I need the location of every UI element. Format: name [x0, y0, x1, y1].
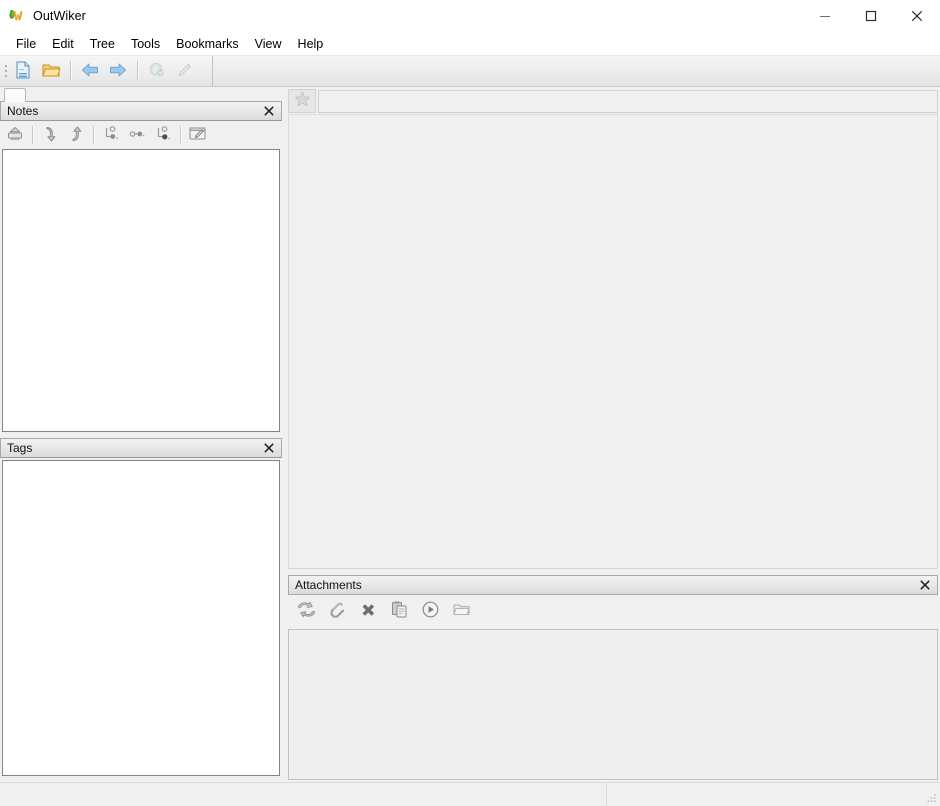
remove-page-icon	[154, 125, 172, 146]
open-folder-icon	[41, 60, 61, 83]
move-up-icon	[67, 125, 85, 146]
add-sibling-page-icon	[128, 125, 146, 146]
paste-attachment-button[interactable]	[387, 599, 411, 623]
notes-panel-caption: Notes	[0, 101, 282, 121]
refresh-icon	[297, 600, 316, 622]
rename-page-icon	[188, 125, 208, 146]
attach-files-button[interactable]	[325, 599, 349, 623]
attachments-panel-title: Attachments	[295, 578, 362, 592]
remove-page-button[interactable]	[150, 122, 176, 148]
paperclip-icon	[328, 600, 347, 622]
add-child-page-icon	[102, 125, 120, 146]
tags-panel-close-icon[interactable]	[259, 439, 279, 457]
window-title: OutWiker	[33, 9, 86, 23]
open-tree-button[interactable]	[37, 57, 65, 85]
status-bar-right-cell	[607, 783, 940, 806]
rename-page-button[interactable]	[185, 122, 211, 148]
bookmark-button[interactable]	[288, 89, 316, 113]
page-editor-column: Attachments	[286, 87, 940, 782]
status-bar-left-cell	[0, 782, 607, 806]
toolbar-grip-handle[interactable]	[0, 56, 9, 87]
toolbar-empty-area	[213, 56, 940, 86]
page-header-bar	[286, 87, 940, 113]
outwiker-logo-icon	[9, 8, 25, 24]
notes-panel-close-icon[interactable]	[259, 102, 279, 120]
menu-bar: File Edit Tree Tools Bookmarks View Help	[0, 32, 940, 56]
menu-help[interactable]: Help	[290, 33, 332, 55]
attachments-panel: Attachments	[288, 575, 938, 782]
attachments-file-list[interactable]	[288, 629, 938, 780]
page-title-input[interactable]	[318, 89, 938, 113]
menu-tree[interactable]: Tree	[82, 33, 123, 55]
page-content-editor[interactable]	[288, 114, 938, 569]
toolbar-separator-1	[70, 61, 71, 81]
add-child-page-button[interactable]	[98, 122, 124, 148]
tags-cloud-view[interactable]	[2, 460, 280, 776]
notes-panel-toolbar	[0, 121, 282, 149]
add-sibling-page-button[interactable]	[124, 122, 150, 148]
refresh-attachments-button[interactable]	[294, 599, 318, 623]
global-search-button[interactable]	[143, 57, 171, 85]
panel-tab-strip	[0, 87, 282, 102]
back-button[interactable]	[76, 57, 104, 85]
paste-clipboard-icon	[390, 600, 409, 622]
attachments-panel-caption: Attachments	[288, 575, 938, 595]
move-to-parent-button[interactable]	[2, 122, 28, 148]
star-icon	[294, 91, 311, 111]
move-to-parent-icon	[6, 125, 24, 146]
move-down-icon	[41, 125, 59, 146]
notes-panel: Notes	[0, 101, 282, 434]
title-bar-left: OutWiker	[0, 8, 86, 24]
left-panel-column: Notes Tags	[0, 87, 282, 782]
menu-view[interactable]: View	[247, 33, 290, 55]
delete-x-icon	[360, 601, 377, 621]
global-search-icon	[147, 60, 167, 83]
execute-play-icon	[421, 600, 440, 622]
outwiker-window: OutWiker File Edit Tree Tools Bookmarks …	[0, 0, 940, 806]
execute-attachment-button[interactable]	[418, 599, 442, 623]
toolbar-separator-2	[137, 61, 138, 81]
close-button[interactable]	[894, 0, 940, 32]
notes-toolbar-separator-1	[32, 126, 33, 144]
tags-panel-title: Tags	[7, 441, 33, 455]
edit-pencil-icon	[175, 60, 195, 83]
back-arrow-icon	[80, 60, 100, 83]
attachments-panel-close-icon[interactable]	[915, 576, 935, 594]
remove-attachments-button[interactable]	[356, 599, 380, 623]
attachments-toolbar	[288, 595, 938, 627]
status-bar	[0, 782, 940, 806]
notes-panel-title: Notes	[7, 104, 39, 118]
forward-arrow-icon	[108, 60, 128, 83]
tags-panel: Tags	[0, 438, 282, 782]
move-page-down-button[interactable]	[37, 122, 63, 148]
resize-grip-icon[interactable]	[924, 791, 938, 805]
minimize-button[interactable]	[802, 0, 848, 32]
maximize-button[interactable]	[848, 0, 894, 32]
toolbar-divider	[212, 56, 213, 86]
open-attach-folder-icon	[452, 600, 471, 622]
window-controls	[802, 0, 940, 32]
panel-tab-empty[interactable]	[4, 88, 26, 102]
menu-file[interactable]: File	[8, 33, 44, 55]
forward-button[interactable]	[104, 57, 132, 85]
move-page-up-button[interactable]	[63, 122, 89, 148]
notes-tree-view[interactable]	[2, 149, 280, 432]
main-content-area: Notes Tags Attachments	[0, 87, 940, 782]
menu-bookmarks[interactable]: Bookmarks	[168, 33, 247, 55]
title-bar: OutWiker	[0, 0, 940, 32]
new-page-button[interactable]	[9, 57, 37, 85]
edit-properties-button[interactable]	[171, 57, 199, 85]
notes-toolbar-separator-3	[180, 126, 181, 144]
open-attachments-folder-button[interactable]	[449, 599, 473, 623]
notes-toolbar-separator-2	[93, 126, 94, 144]
main-toolbar	[0, 56, 940, 87]
tags-panel-caption: Tags	[0, 438, 282, 458]
menu-tools[interactable]: Tools	[123, 33, 168, 55]
menu-edit[interactable]: Edit	[44, 33, 82, 55]
new-page-icon	[13, 60, 33, 83]
